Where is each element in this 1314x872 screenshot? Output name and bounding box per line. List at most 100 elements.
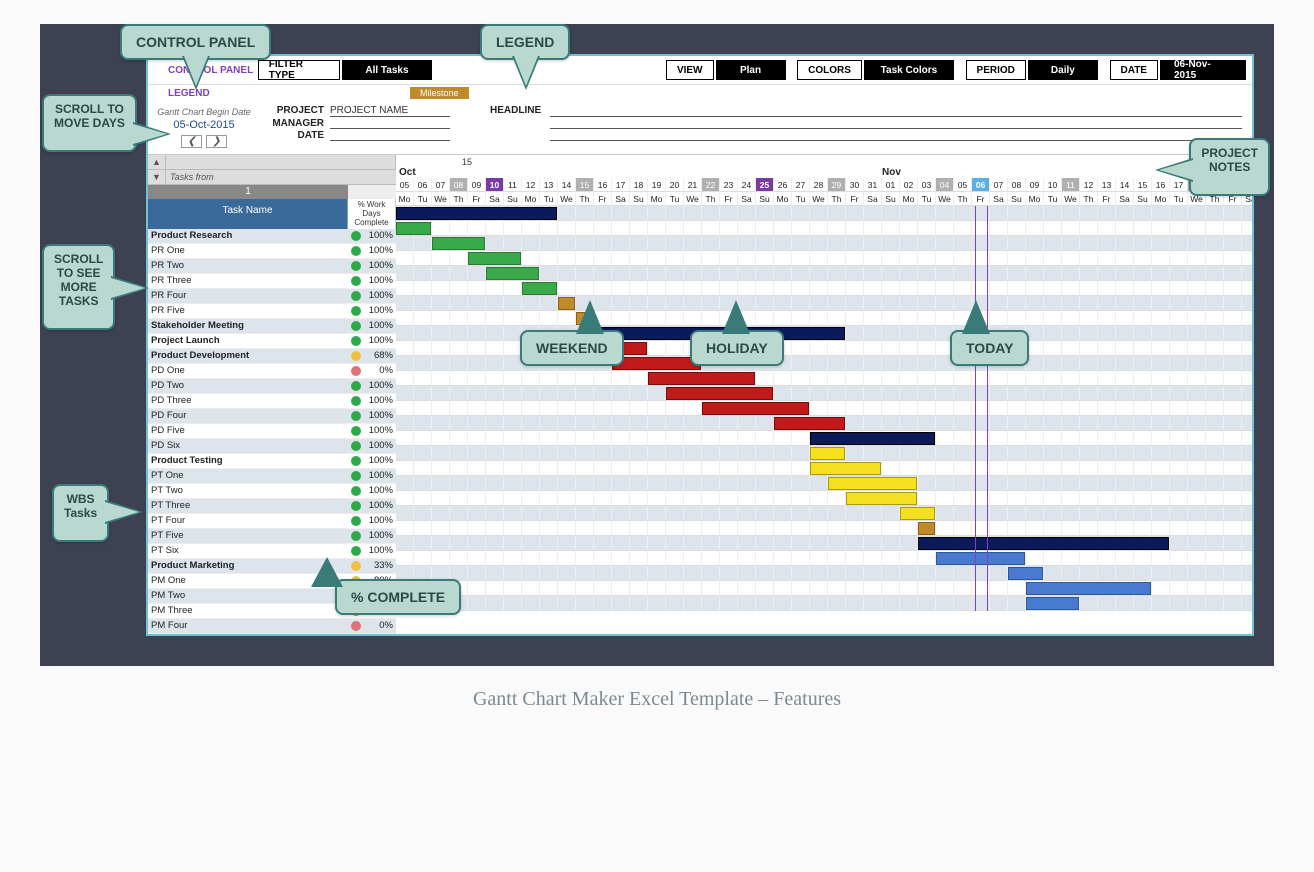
status-dot (348, 409, 364, 423)
task-row[interactable]: PT Six 100% (148, 544, 396, 559)
filter-type-value[interactable]: All Tasks (342, 60, 432, 80)
callout-wbs: WBS Tasks (52, 484, 109, 542)
task-row[interactable]: Stakeholder Meeting 100% (148, 319, 396, 334)
filter-type-label: FILTER TYPE (258, 60, 340, 80)
pct-complete: 100% (364, 439, 396, 453)
manager-value[interactable] (330, 118, 450, 129)
gantt-bar[interactable] (1008, 567, 1043, 580)
gantt-bar[interactable] (900, 507, 935, 520)
task-row[interactable]: Project Launch 100% (148, 334, 396, 349)
day-cell: 24 (738, 178, 756, 192)
task-row[interactable]: PD Two 100% (148, 379, 396, 394)
day-cell: 26 (774, 178, 792, 192)
task-row[interactable]: PT One 100% (148, 469, 396, 484)
task-row[interactable]: PR Five 100% (148, 304, 396, 319)
dow-cell: Mo (522, 192, 540, 206)
day-cell: 22 (702, 178, 720, 192)
task-row[interactable]: PD Five 100% (148, 424, 396, 439)
day-cell: 11 (504, 178, 522, 192)
gantt-row (396, 311, 1252, 326)
callout-legend: LEGEND (480, 24, 570, 60)
gantt-bar[interactable] (396, 207, 557, 220)
scroll-tasks-up[interactable]: ▲ (148, 155, 166, 169)
task-row[interactable]: PT Three 100% (148, 499, 396, 514)
gantt-bar[interactable] (810, 462, 881, 475)
dow-cell: Fr (972, 192, 990, 206)
day-number-row: 0506070809101112131415161718192021222324… (396, 178, 1252, 192)
task-row[interactable]: PR Two 100% (148, 259, 396, 274)
gantt-bar[interactable] (1026, 582, 1151, 595)
proj-date-value[interactable] (330, 130, 450, 141)
gantt-bar[interactable] (918, 537, 1169, 550)
colors-value[interactable]: Task Colors (864, 60, 954, 80)
dow-cell: Sa (1116, 192, 1134, 206)
day-of-week-row: MoTuWeThFrSaSuMoTuWeThFrSaSuMoTuWeThFrSa… (396, 192, 1252, 206)
task-name: PD Five (148, 424, 348, 438)
gantt-bar[interactable] (486, 267, 539, 280)
task-name: PR Two (148, 259, 348, 273)
gantt-bar[interactable] (396, 222, 431, 235)
headline-line3[interactable] (550, 130, 1242, 141)
gantt-bar[interactable] (1026, 597, 1079, 610)
status-dot (348, 304, 364, 318)
gantt-bar[interactable] (936, 552, 1025, 565)
project-label: PROJECT (270, 105, 330, 117)
scroll-days-next[interactable]: ❯ (206, 135, 226, 148)
task-row[interactable]: Product Research 100% (148, 229, 396, 244)
task-row[interactable]: PR One 100% (148, 244, 396, 259)
gantt-bar[interactable] (918, 522, 935, 535)
task-name: PT Four (148, 514, 348, 528)
task-row[interactable]: Product Marketing 33% (148, 559, 396, 574)
pct-complete: 100% (364, 394, 396, 408)
task-row[interactable]: PT Five 100% (148, 529, 396, 544)
task-row[interactable]: PT Two 100% (148, 484, 396, 499)
gantt-bar[interactable] (810, 432, 935, 445)
gantt-row (396, 446, 1252, 461)
headline-value[interactable] (550, 105, 1242, 117)
pct-complete: 100% (364, 499, 396, 513)
task-row[interactable]: PD Four 100% (148, 409, 396, 424)
dow-cell: Mo (774, 192, 792, 206)
view-value[interactable]: Plan (716, 60, 786, 80)
period-value[interactable]: Daily (1028, 60, 1098, 80)
task-name: Stakeholder Meeting (148, 319, 348, 333)
tasks-start-index[interactable]: 1 (148, 185, 348, 199)
gantt-bar[interactable] (702, 402, 809, 415)
task-row[interactable]: PD Six 100% (148, 439, 396, 454)
task-row[interactable]: PM Four 0% (148, 619, 396, 634)
gantt-bar[interactable] (468, 252, 521, 265)
dow-cell: Th (954, 192, 972, 206)
gantt-bar[interactable] (522, 282, 557, 295)
gantt-bar[interactable] (774, 417, 845, 430)
pct-complete: 100% (364, 229, 396, 243)
callout-today: TODAY (950, 330, 1029, 366)
gantt-bar[interactable] (666, 387, 773, 400)
task-row[interactable]: Product Testing 100% (148, 454, 396, 469)
manager-label: MANAGER (270, 118, 330, 129)
task-row[interactable]: PD One 0% (148, 364, 396, 379)
date-value[interactable]: 06-Nov-2015 (1160, 60, 1246, 80)
task-row[interactable]: PT Four 100% (148, 514, 396, 529)
status-dot (348, 529, 364, 543)
gantt-row (396, 476, 1252, 491)
task-row[interactable]: Product Development 68% (148, 349, 396, 364)
day-cell: 06 (972, 178, 990, 192)
gantt-bar[interactable] (846, 492, 917, 505)
scroll-days-prev[interactable]: ❮ (181, 135, 201, 148)
headline-line2[interactable] (550, 118, 1242, 129)
timeline-pane[interactable]: 15 OctNov 050607080910111213141516171819… (396, 155, 1252, 634)
callout-control-panel: CONTROL PANEL (120, 24, 271, 60)
gantt-bar[interactable] (558, 297, 575, 310)
gantt-bar[interactable] (612, 357, 701, 370)
gantt-bar[interactable] (828, 477, 917, 490)
task-row[interactable]: PD Three 100% (148, 394, 396, 409)
gantt-bar[interactable] (432, 237, 485, 250)
task-row[interactable]: PR Three 100% (148, 274, 396, 289)
gantt-bar[interactable] (648, 372, 755, 385)
day-cell: 05 (396, 178, 414, 192)
day-cell: 30 (846, 178, 864, 192)
gantt-bar[interactable] (810, 447, 845, 460)
scroll-tasks-down[interactable]: ▼ (148, 170, 166, 184)
project-value[interactable]: PROJECT NAME (330, 105, 450, 117)
task-row[interactable]: PR Four 100% (148, 289, 396, 304)
